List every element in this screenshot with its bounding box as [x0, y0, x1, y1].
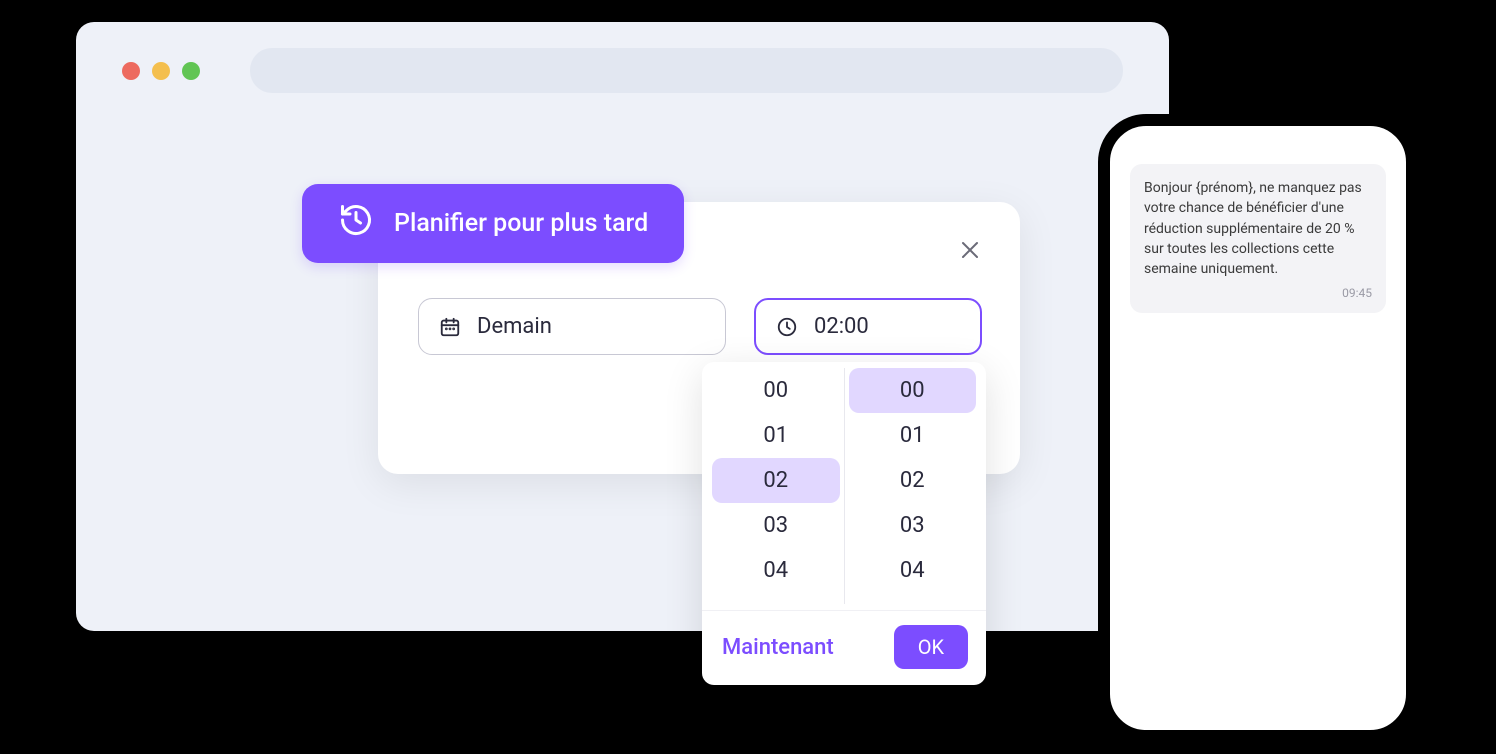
- history-clock-icon: [338, 202, 374, 245]
- scheduler-fields: Demain 02:00: [418, 298, 982, 355]
- sms-text: Bonjour {prénom}, ne manquez pas votre c…: [1144, 178, 1372, 279]
- hours-column[interactable]: 0001020304: [708, 368, 845, 604]
- minute-option[interactable]: 03: [849, 503, 977, 548]
- hour-option[interactable]: 01: [712, 413, 840, 458]
- window-controls: [122, 62, 200, 80]
- minute-option[interactable]: 02: [849, 458, 977, 503]
- browser-titlebar: [76, 22, 1169, 119]
- ok-button[interactable]: OK: [894, 625, 968, 669]
- minute-option[interactable]: 00: [849, 368, 977, 413]
- close-window-icon[interactable]: [122, 62, 140, 80]
- now-button[interactable]: Maintenant: [722, 635, 834, 660]
- close-icon[interactable]: [958, 238, 982, 262]
- sms-timestamp: 09:45: [1144, 285, 1372, 302]
- time-picker-dropdown: 0001020304 0001020304 Maintenant OK: [702, 362, 986, 685]
- minute-option[interactable]: 01: [849, 413, 977, 458]
- hour-option[interactable]: 02: [712, 458, 840, 503]
- minutes-column[interactable]: 0001020304: [845, 368, 981, 604]
- date-value: Demain: [477, 314, 552, 339]
- schedule-later-button[interactable]: Planifier pour plus tard: [302, 184, 684, 263]
- phone-mockup: Bonjour {prénom}, ne manquez pas votre c…: [1098, 114, 1418, 742]
- time-columns: 0001020304 0001020304: [702, 362, 986, 610]
- address-bar[interactable]: [250, 48, 1123, 93]
- sms-message: Bonjour {prénom}, ne manquez pas votre c…: [1130, 164, 1386, 313]
- phone-screen: Bonjour {prénom}, ne manquez pas votre c…: [1110, 126, 1406, 351]
- time-value: 02:00: [814, 314, 869, 339]
- maximize-window-icon[interactable]: [182, 62, 200, 80]
- date-input[interactable]: Demain: [418, 298, 726, 355]
- calendar-icon: [439, 316, 461, 338]
- clock-icon: [776, 316, 798, 338]
- hour-option[interactable]: 04: [712, 548, 840, 593]
- minute-option[interactable]: 04: [849, 548, 977, 593]
- time-picker-actions: Maintenant OK: [702, 610, 986, 685]
- schedule-later-label: Planifier pour plus tard: [394, 209, 648, 238]
- hour-option[interactable]: 03: [712, 503, 840, 548]
- time-input[interactable]: 02:00: [754, 298, 982, 355]
- hour-option[interactable]: 00: [712, 368, 840, 413]
- minimize-window-icon[interactable]: [152, 62, 170, 80]
